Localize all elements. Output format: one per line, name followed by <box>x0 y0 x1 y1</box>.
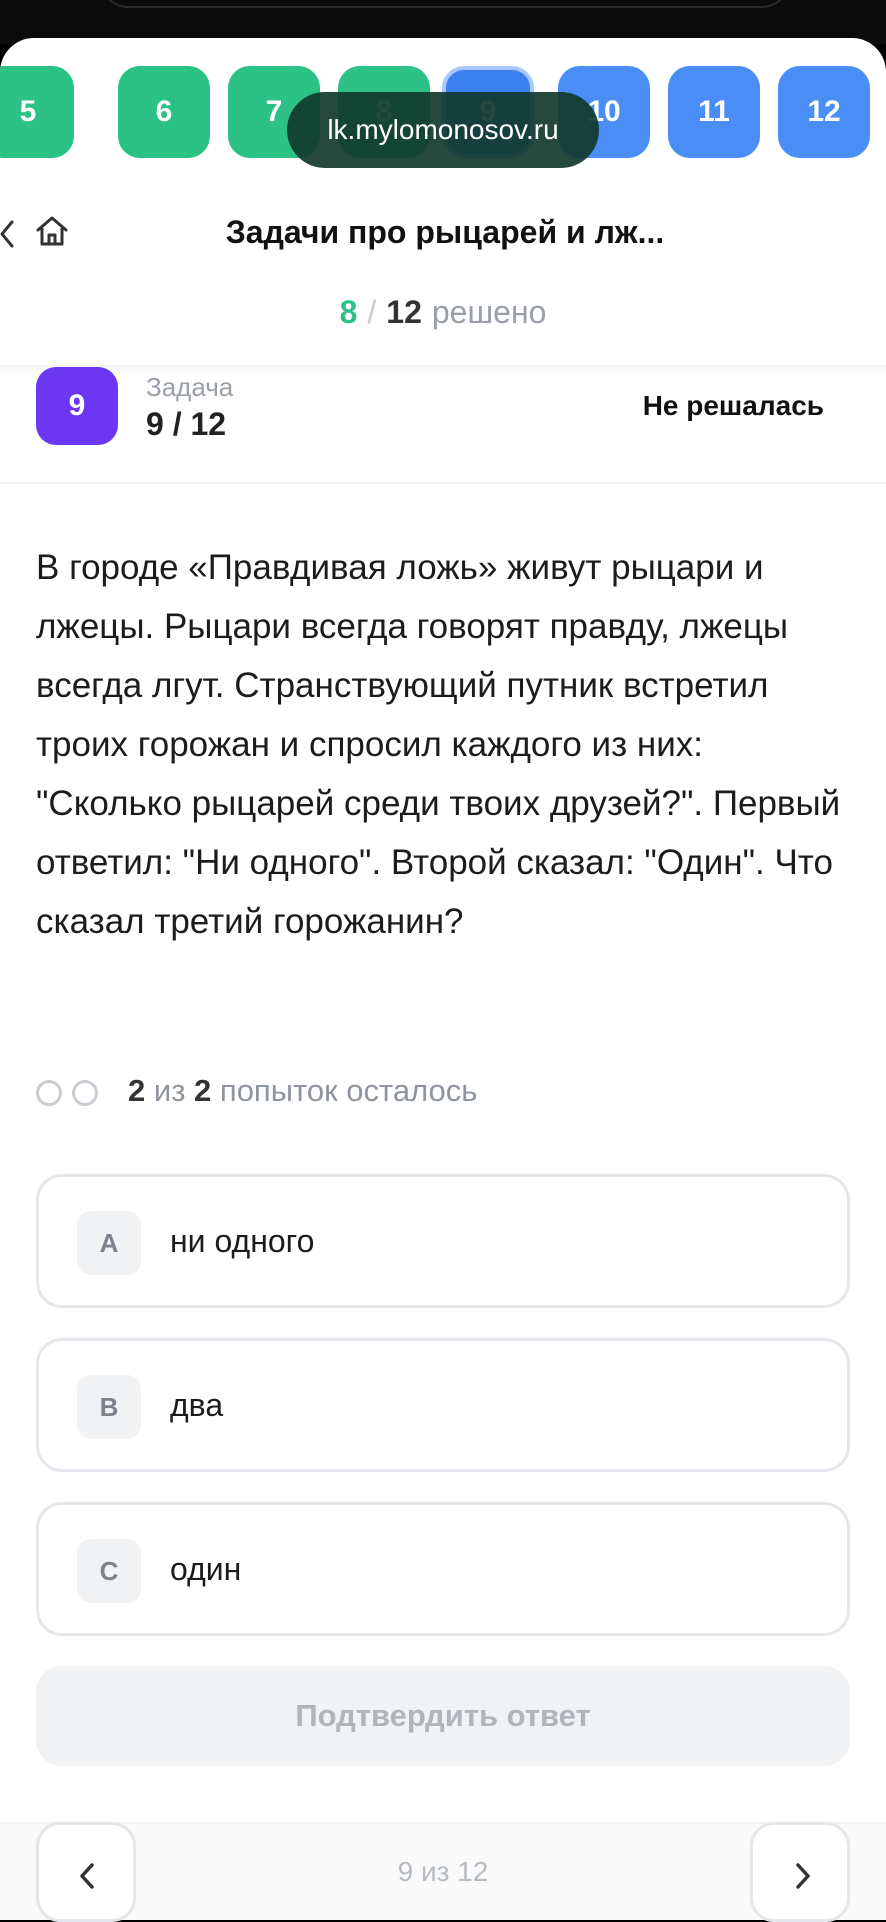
option-letter: A <box>77 1211 141 1275</box>
attempts-suffix: попыток осталось <box>219 1073 478 1108</box>
solved-progress: 8/12 решено <box>0 294 886 331</box>
attempts-indicator: 2 из 2 попыток осталось <box>36 1073 836 1113</box>
attempt-dot-icon <box>36 1080 62 1106</box>
option-text: ни одного <box>170 1223 315 1259</box>
tab-12[interactable]: 12 <box>778 66 870 158</box>
option-c[interactable]: C один <box>36 1502 850 1636</box>
progress-label: решено <box>431 294 547 330</box>
divider <box>0 482 886 484</box>
next-task-button[interactable] <box>750 1822 850 1922</box>
attempts-of: из <box>153 1073 186 1108</box>
task-status: Не решалась <box>642 390 824 421</box>
task-badge: 9 <box>36 367 118 445</box>
attempt-dot-icon <box>72 1080 98 1106</box>
option-text: два <box>170 1387 224 1423</box>
confirm-answer-button[interactable]: Подтвердить ответ <box>36 1666 850 1766</box>
attempts-text: 2 из 2 попыток осталось <box>128 1073 477 1109</box>
header: Задачи про рыцарей и лж... <box>0 198 886 268</box>
progress-separator: / <box>367 294 377 330</box>
header-shadow <box>0 365 886 375</box>
total-count: 12 <box>386 294 422 330</box>
tab-6[interactable]: 6 <box>118 66 210 158</box>
task-label: Задача <box>146 372 234 402</box>
tab-5[interactable]: 5 <box>0 66 74 158</box>
attempts-left: 2 <box>128 1073 146 1108</box>
task-number: 9 / 12 <box>146 406 227 442</box>
problem-text: В городе «Правдивая ложь» живут рыцари и… <box>36 548 841 941</box>
chevron-right-icon <box>796 1863 810 1889</box>
option-text: один <box>170 1551 242 1587</box>
attempts-total: 2 <box>194 1073 212 1108</box>
solved-count: 8 <box>339 294 358 330</box>
option-a[interactable]: A ни одного <box>36 1174 850 1308</box>
option-letter: C <box>77 1539 141 1603</box>
task-tabs: 5 6 7 8 9 10 11 12 lk.mylomonosov.ru <box>0 66 886 168</box>
tab-11[interactable]: 11 <box>668 66 760 158</box>
option-letter: B <box>77 1375 141 1439</box>
option-b[interactable]: B два <box>36 1338 850 1472</box>
back-chevron-icon[interactable] <box>0 216 20 252</box>
device-notch-frame <box>100 0 790 8</box>
home-icon[interactable] <box>34 213 70 249</box>
page-title: Задачи про рыцарей и лж... <box>225 214 665 250</box>
page-sheet: 5 6 7 8 9 10 11 12 lk.mylomonosov.ru Зад… <box>0 38 886 1920</box>
url-pill[interactable]: lk.mylomonosov.ru <box>287 92 599 168</box>
